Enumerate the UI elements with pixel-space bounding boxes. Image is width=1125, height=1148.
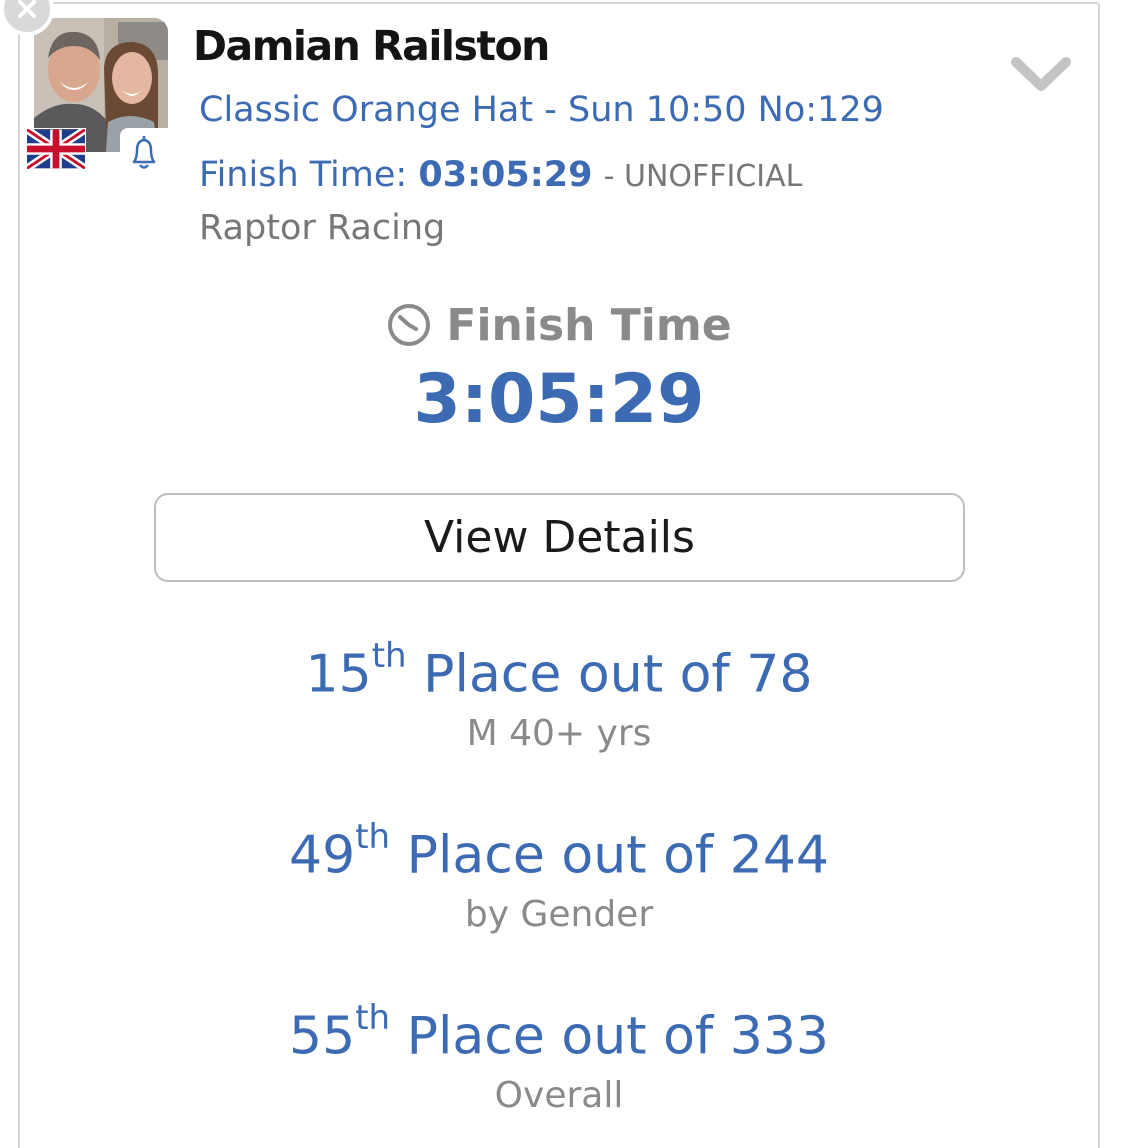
place-rank: 15 (305, 644, 372, 705)
place-overall-label: Overall (494, 1075, 624, 1116)
finish-time-label: Finish Time: (199, 155, 408, 195)
close-icon (18, 0, 36, 18)
place-rank: 49 (289, 825, 356, 886)
view-details-button[interactable]: View Details (154, 493, 965, 582)
place-gender: 49th Place out of 244 (0, 817, 1118, 886)
place-text: Place out of 78 (423, 644, 813, 705)
place-suffix: th (355, 998, 391, 1038)
place-gender-label: by Gender (464, 894, 654, 935)
bell-icon (132, 136, 156, 169)
athlete-name: Damian Railston (193, 22, 550, 70)
uk-flag-icon (24, 126, 88, 172)
club-name: Raptor Racing (199, 208, 446, 248)
place-category: 15th Place out of 78 (0, 636, 1118, 705)
place-rank: 55 (289, 1006, 356, 1067)
place-suffix: th (371, 636, 407, 676)
finish-time-heading-label: Finish Time (446, 300, 732, 351)
place-text: Place out of 333 (406, 1006, 829, 1067)
chevron-down-icon (1011, 57, 1071, 91)
place-text: Place out of 244 (406, 825, 829, 886)
place-category-label: M 40+ yrs (466, 713, 652, 754)
clock-icon (388, 304, 431, 346)
expand-button[interactable] (1010, 54, 1072, 99)
finish-time-heading: Finish Time (0, 300, 1118, 351)
finish-time-line: Finish Time: 03:05:29 - UNOFFICIAL (199, 155, 802, 195)
place-overall: 55th Place out of 333 (0, 998, 1118, 1067)
place-suffix: th (355, 817, 391, 857)
finish-time-value: 03:05:29 (418, 155, 593, 195)
finish-status: - UNOFFICIAL (603, 159, 803, 194)
finish-time-big: 3:05:29 (413, 360, 705, 439)
event-info: Classic Orange Hat - Sun 10:50 No:129 (199, 90, 884, 130)
notification-bell-button[interactable] (120, 128, 168, 176)
